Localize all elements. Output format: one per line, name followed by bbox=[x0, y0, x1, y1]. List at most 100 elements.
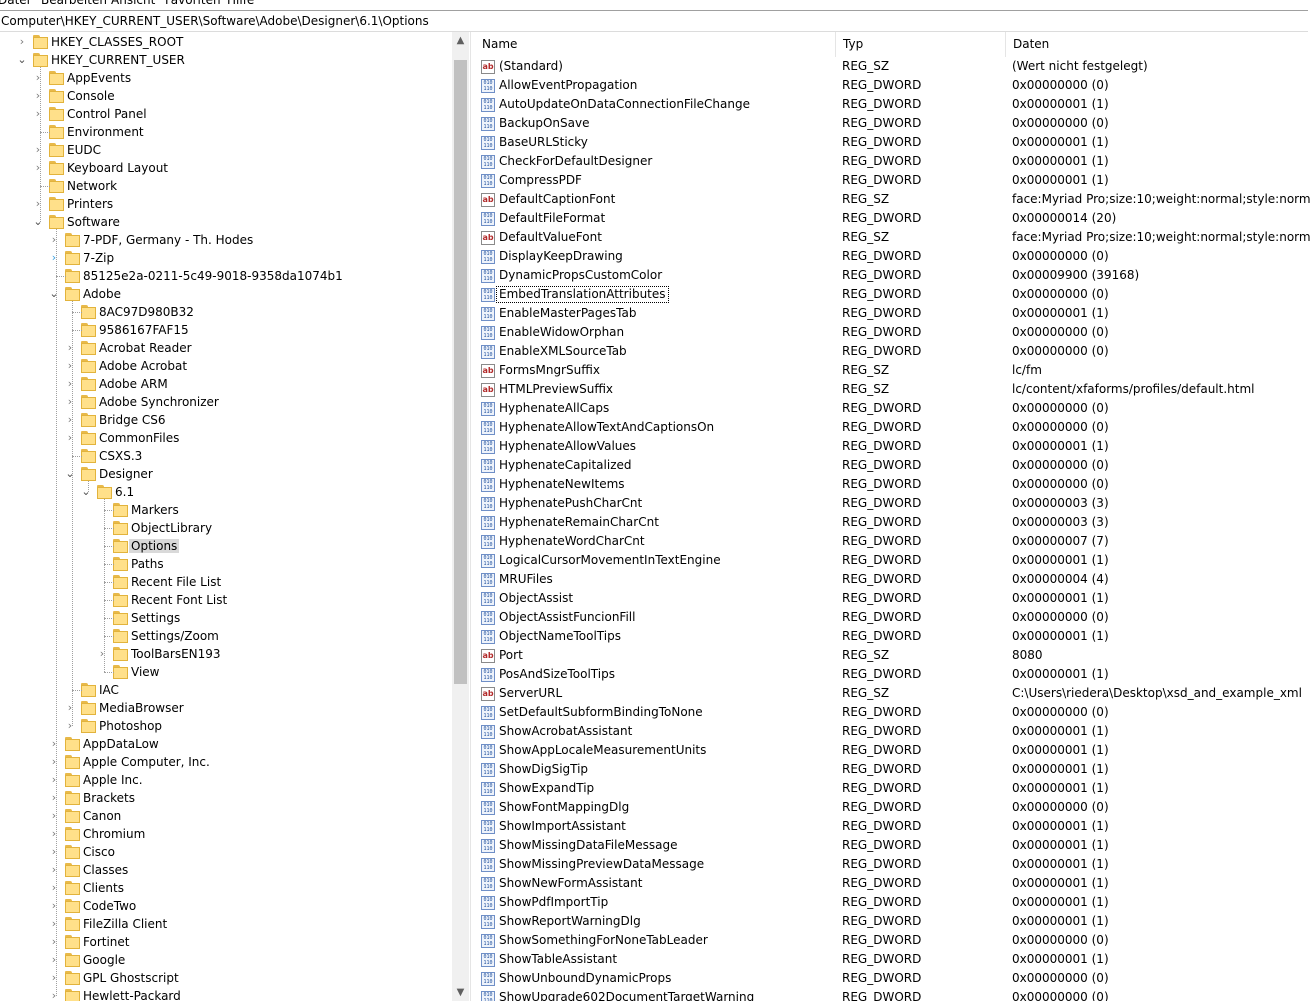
tree-item[interactable]: › CodeTwo bbox=[0, 897, 450, 915]
chevron-right-icon[interactable]: › bbox=[48, 737, 60, 751]
tree-item[interactable]: 85125e2a-0211-5c49-9018-9358da1074b1 bbox=[0, 267, 450, 285]
table-row[interactable]: BackupOnSave REG_DWORD 0x00000000 (0) bbox=[475, 114, 1310, 133]
tree-item[interactable]: › Chromium bbox=[0, 825, 450, 843]
table-row[interactable]: ab DefaultCaptionFont REG_SZ face:Myriad Pr… bbox=[475, 190, 1310, 209]
tree-item[interactable]: › Printers bbox=[0, 195, 450, 213]
menu-item-1[interactable]: Bearbeiten bbox=[41, 0, 107, 7]
address-bar[interactable]: Computer\HKEY_CURRENT_USER\Software\Adob… bbox=[0, 10, 1308, 32]
table-row[interactable]: PosAndSizeToolTips REG_DWORD 0x00000001 (1… bbox=[475, 665, 1310, 684]
chevron-down-icon[interactable]: ⌄ bbox=[80, 485, 92, 499]
tree-item[interactable]: ObjectLibrary bbox=[0, 519, 450, 537]
table-row[interactable]: HyphenateRemainCharCnt REG_DWORD 0x0000000… bbox=[475, 513, 1310, 532]
tree-item[interactable]: Settings bbox=[0, 609, 450, 627]
table-row[interactable]: LogicalCursorMovementInTextEngine REG_DWO… bbox=[475, 551, 1310, 570]
chevron-right-icon[interactable]: › bbox=[48, 251, 60, 265]
tree-item[interactable]: › AppDataLow bbox=[0, 735, 450, 753]
chevron-right-icon[interactable]: › bbox=[32, 143, 44, 157]
chevron-right-icon[interactable]: › bbox=[48, 755, 60, 769]
table-row[interactable]: ShowUnboundDynamicProps REG_DWORD 0x000000… bbox=[475, 969, 1310, 988]
tree-item[interactable]: › Apple Inc. bbox=[0, 771, 450, 789]
column-header-name[interactable]: Name bbox=[475, 32, 836, 57]
chevron-down-icon[interactable]: ⌄ bbox=[16, 53, 28, 67]
tree-item[interactable]: › Hewlett-Packard bbox=[0, 987, 450, 1001]
table-row[interactable]: EnableXMLSourceTab REG_DWORD 0x00000000 (0… bbox=[475, 342, 1310, 361]
table-row[interactable]: DisplayKeepDrawing REG_DWORD 0x00000000 (0… bbox=[475, 247, 1310, 266]
table-row[interactable]: ab FormsMngrSuffix REG_SZ lc/fm bbox=[475, 361, 1310, 380]
tree-item[interactable]: ⌄ HKEY_CURRENT_USER bbox=[0, 51, 450, 69]
tree-item[interactable]: View bbox=[0, 663, 450, 681]
tree-item[interactable]: Options bbox=[0, 537, 450, 555]
table-row[interactable]: CheckForDefaultDesigner REG_DWORD 0x000000… bbox=[475, 152, 1310, 171]
chevron-right-icon[interactable]: › bbox=[64, 359, 76, 373]
table-row[interactable]: ShowExpandTip REG_DWORD 0x00000001 (1) bbox=[475, 779, 1310, 798]
tree-item[interactable]: 8AC97D980B32 bbox=[0, 303, 450, 321]
tree-item[interactable]: › EUDC bbox=[0, 141, 450, 159]
tree-item[interactable]: › ToolBarsEN193 bbox=[0, 645, 450, 663]
chevron-right-icon[interactable]: › bbox=[96, 647, 108, 661]
tree-item[interactable]: › MediaBrowser bbox=[0, 699, 450, 717]
tree-item[interactable]: › Adobe Acrobat bbox=[0, 357, 450, 375]
table-row[interactable]: HyphenateWordCharCnt REG_DWORD 0x00000007 … bbox=[475, 532, 1310, 551]
chevron-right-icon[interactable]: › bbox=[48, 863, 60, 877]
chevron-down-icon[interactable]: ⌄ bbox=[48, 287, 60, 301]
tree-item[interactable]: ⌄ Software bbox=[0, 213, 450, 231]
chevron-right-icon[interactable]: › bbox=[48, 917, 60, 931]
chevron-right-icon[interactable]: › bbox=[48, 845, 60, 859]
table-row[interactable]: ShowTableAssistant REG_DWORD 0x00000001 (1… bbox=[475, 950, 1310, 969]
tree-item[interactable]: › HKEY_CLASSES_ROOT bbox=[0, 33, 450, 51]
chevron-right-icon[interactable]: › bbox=[48, 827, 60, 841]
chevron-right-icon[interactable]: › bbox=[48, 953, 60, 967]
menu-item-3[interactable]: Favoriten bbox=[165, 0, 221, 7]
values-list[interactable]: Name Typ Daten ab (Standard) REG_SZ (Wert n… bbox=[475, 32, 1310, 1001]
tree-item[interactable]: › Adobe ARM bbox=[0, 375, 450, 393]
table-row[interactable]: DefaultFileFormat REG_DWORD 0x00000014 (20… bbox=[475, 209, 1310, 228]
table-row[interactable]: HyphenateNewItems REG_DWORD 0x00000000 (0) bbox=[475, 475, 1310, 494]
pane-splitter[interactable] bbox=[470, 32, 474, 1001]
chevron-right-icon[interactable]: › bbox=[48, 809, 60, 823]
chevron-right-icon[interactable]: › bbox=[48, 989, 60, 1001]
tree-scrollbar[interactable]: ▲ ▼ bbox=[452, 32, 469, 1001]
tree-item[interactable]: › CommonFiles bbox=[0, 429, 450, 447]
table-row[interactable]: BaseURLSticky REG_DWORD 0x00000001 (1) bbox=[475, 133, 1310, 152]
chevron-right-icon[interactable]: › bbox=[48, 773, 60, 787]
tree-item[interactable]: Settings/Zoom bbox=[0, 627, 450, 645]
tree-item[interactable]: › 7-Zip bbox=[0, 249, 450, 267]
menu-item-0[interactable]: Datei bbox=[0, 0, 30, 7]
table-row[interactable]: DynamicPropsCustomColor REG_DWORD 0x000099… bbox=[475, 266, 1310, 285]
tree-item[interactable]: 9586167FAF15 bbox=[0, 321, 450, 339]
tree-item[interactable]: › Console bbox=[0, 87, 450, 105]
table-row[interactable]: SetDefaultSubformBindingToNone REG_DWORD 0… bbox=[475, 703, 1310, 722]
menu-item-4[interactable]: Hilfe bbox=[227, 0, 254, 7]
tree-item[interactable]: › 7-PDF, Germany - Th. Hodes bbox=[0, 231, 450, 249]
chevron-right-icon[interactable]: › bbox=[32, 107, 44, 121]
tree-item[interactable]: › Keyboard Layout bbox=[0, 159, 450, 177]
address-path[interactable]: Computer\HKEY_CURRENT_USER\Software\Adob… bbox=[1, 14, 429, 28]
table-row[interactable]: ab HTMLPreviewSuffix REG_SZ lc/content/xfaf… bbox=[475, 380, 1310, 399]
tree-item[interactable]: Recent File List bbox=[0, 573, 450, 591]
tree-item[interactable]: CSXS.3 bbox=[0, 447, 450, 465]
tree-item[interactable]: › Apple Computer, Inc. bbox=[0, 753, 450, 771]
chevron-right-icon[interactable]: › bbox=[64, 413, 76, 427]
table-row[interactable]: ShowNewFormAssistant REG_DWORD 0x00000001 … bbox=[475, 874, 1310, 893]
tree-item[interactable]: Environment bbox=[0, 123, 450, 141]
chevron-right-icon[interactable]: › bbox=[64, 701, 76, 715]
tree-item[interactable]: › Classes bbox=[0, 861, 450, 879]
tree-item[interactable]: ⌄ Designer bbox=[0, 465, 450, 483]
chevron-right-icon[interactable]: › bbox=[48, 233, 60, 247]
table-row[interactable]: ShowImportAssistant REG_DWORD 0x00000001 (… bbox=[475, 817, 1310, 836]
table-row[interactable]: ShowFontMappingDlg REG_DWORD 0x00000000 (0… bbox=[475, 798, 1310, 817]
table-row[interactable]: ShowAppLocaleMeasurementUnits REG_DWORD 0x… bbox=[475, 741, 1310, 760]
tree-item[interactable]: › AppEvents bbox=[0, 69, 450, 87]
tree-item[interactable]: ⌄ 6.1 bbox=[0, 483, 450, 501]
registry-tree[interactable]: › HKEY_CLASSES_ROOT ⌄ HKEY_CURRENT_USER › App… bbox=[0, 32, 470, 1001]
chevron-right-icon[interactable]: › bbox=[64, 377, 76, 391]
chevron-right-icon[interactable]: › bbox=[48, 791, 60, 805]
tree-item[interactable]: › Fortinet bbox=[0, 933, 450, 951]
table-row[interactable]: ab (Standard) REG_SZ (Wert nicht festgelegt… bbox=[475, 57, 1310, 76]
tree-item[interactable]: › Photoshop bbox=[0, 717, 450, 735]
tree-item[interactable]: › Cisco bbox=[0, 843, 450, 861]
tree-item[interactable]: Network bbox=[0, 177, 450, 195]
tree-item[interactable]: Paths bbox=[0, 555, 450, 573]
chevron-right-icon[interactable]: › bbox=[32, 197, 44, 211]
table-row[interactable]: AutoUpdateOnDataConnectionFileChange REG_… bbox=[475, 95, 1310, 114]
